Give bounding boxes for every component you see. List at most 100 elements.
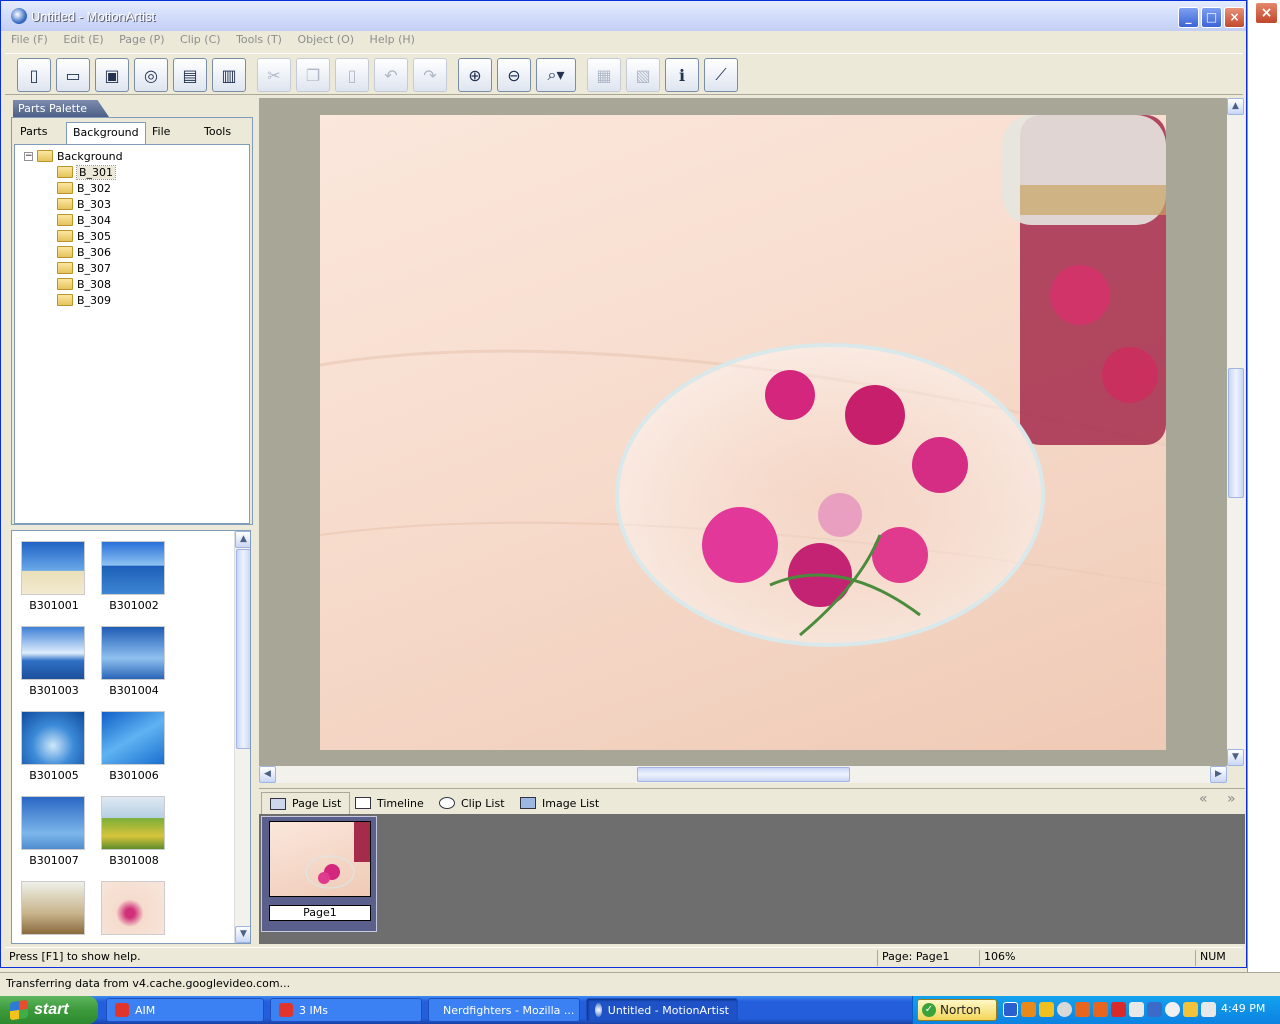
tree-item-b307[interactable]: B_307: [57, 260, 111, 276]
menu-edit[interactable]: Edit (E): [57, 31, 109, 48]
copy-icon[interactable]: ❐: [296, 58, 330, 92]
motionartist-window: Untitled - MotionArtist _ □ × File (F) E…: [0, 0, 1247, 968]
background-photo[interactable]: [320, 115, 1166, 750]
collapse-icon[interactable]: −: [24, 152, 33, 161]
thumbnail-item[interactable]: [101, 881, 167, 935]
tree-item-b304[interactable]: B_304: [57, 212, 111, 228]
task-aim[interactable]: AIM: [106, 998, 264, 1022]
zoom-out-icon[interactable]: ⊖: [497, 58, 531, 92]
aim-icon: [115, 1003, 129, 1017]
tree-item-b303[interactable]: B_303: [57, 196, 111, 212]
menu-tools[interactable]: Tools (T): [230, 31, 288, 48]
scroll-up-icon[interactable]: ▲: [235, 531, 250, 548]
scroll-down-icon[interactable]: ▼: [1227, 749, 1244, 766]
cut-icon[interactable]: ✂: [257, 58, 291, 92]
minimize-button[interactable]: _: [1178, 7, 1199, 28]
tray-app-icon[interactable]: [1093, 1002, 1108, 1017]
thumbnail-scrollbar[interactable]: ▲ ▼: [234, 531, 250, 943]
tree-item-b302[interactable]: B_302: [57, 180, 111, 196]
tray-app-icon[interactable]: [1165, 1002, 1180, 1017]
new-file-icon[interactable]: ▯: [17, 58, 51, 92]
close-button[interactable]: ×: [1224, 7, 1245, 28]
tab-page-list[interactable]: Page List: [261, 792, 351, 814]
scroll-right-double-icon[interactable]: »: [1227, 791, 1236, 807]
undo-icon[interactable]: ↶: [374, 58, 408, 92]
canvas-vertical-scrollbar[interactable]: ▲ ▼: [1227, 98, 1245, 766]
tree-item-b301[interactable]: B_301: [57, 164, 117, 180]
tray-app-icon[interactable]: [1075, 1002, 1090, 1017]
thumbnail-item[interactable]: [21, 881, 87, 935]
tray-app-icon[interactable]: [1039, 1002, 1054, 1017]
scroll-left-double-icon[interactable]: «: [1199, 791, 1208, 807]
back-arrow-icon[interactable]: [1003, 1002, 1018, 1017]
security-shield-icon[interactable]: [1183, 1002, 1198, 1017]
open-folder-icon[interactable]: ▭: [56, 58, 90, 92]
close-icon[interactable]: ×: [1255, 2, 1278, 24]
save-icon[interactable]: ▣: [95, 58, 129, 92]
canvas-horizontal-scrollbar[interactable]: ◀ ▶: [259, 766, 1227, 783]
thumbnail-item[interactable]: B301001: [21, 541, 87, 612]
scroll-thumb[interactable]: [637, 767, 850, 782]
task-ims[interactable]: 3 IMs: [270, 998, 422, 1022]
thumbnail-item[interactable]: B301007: [21, 796, 87, 867]
display-icon[interactable]: [1201, 1002, 1216, 1017]
redo-icon[interactable]: ↷: [413, 58, 447, 92]
maximize-button[interactable]: □: [1201, 7, 1222, 28]
thumbnail-image: [101, 881, 165, 935]
thumbnail-item[interactable]: B301008: [101, 796, 167, 867]
tab-image-list[interactable]: Image List: [512, 792, 607, 814]
tree-root-background[interactable]: Background: [37, 148, 123, 164]
scroll-down-icon[interactable]: ▼: [235, 926, 250, 943]
background-tree: − Background B_301 B_302 B_303 B_304 B_3…: [14, 144, 250, 524]
zoom-in-icon[interactable]: ⊕: [458, 58, 492, 92]
norton-button[interactable]: ✓ Norton: [917, 999, 997, 1021]
thumbnail-item[interactable]: B301006: [101, 711, 167, 782]
tree-item-b306[interactable]: B_306: [57, 244, 111, 260]
scroll-thumb[interactable]: [1228, 368, 1244, 498]
thumbnail-item[interactable]: B301002: [101, 541, 167, 612]
task-motionartist[interactable]: Untitled - MotionArtist: [586, 998, 738, 1022]
tab-parts[interactable]: Parts: [14, 122, 53, 144]
scroll-left-icon[interactable]: ◀: [259, 766, 276, 783]
thumbnail-item[interactable]: B301005: [21, 711, 87, 782]
info-icon[interactable]: ℹ: [665, 58, 699, 92]
canvas-area[interactable]: [259, 98, 1245, 766]
menu-clip[interactable]: Clip (C): [174, 31, 227, 48]
start-button[interactable]: start: [0, 996, 98, 1024]
scroll-thumb[interactable]: [236, 549, 250, 749]
task-firefox[interactable]: Nerdfighters - Mozilla ...: [428, 998, 580, 1022]
thumbnail-label: B301004: [109, 684, 159, 697]
menu-file[interactable]: File (F): [5, 31, 54, 48]
movie-settings-icon[interactable]: ▥: [212, 58, 246, 92]
movie-export-icon[interactable]: ▤: [173, 58, 207, 92]
title-bar[interactable]: Untitled - MotionArtist _ □ ×: [1, 1, 1246, 31]
tree-item-b305[interactable]: B_305: [57, 228, 111, 244]
tab-timeline[interactable]: Timeline: [347, 792, 432, 814]
page-thumbnail[interactable]: Page1: [261, 816, 377, 932]
tree-item-b309[interactable]: B_309: [57, 292, 111, 308]
menu-page[interactable]: Page (P): [113, 31, 170, 48]
zoom-menu-icon[interactable]: ⌕▾: [536, 58, 576, 92]
tree-item-b308[interactable]: B_308: [57, 276, 111, 292]
paste-icon[interactable]: ▯: [335, 58, 369, 92]
network-icon[interactable]: [1129, 1002, 1144, 1017]
tray-app-icon[interactable]: [1057, 1002, 1072, 1017]
tab-clip-list[interactable]: Clip List: [431, 792, 513, 814]
tab-background[interactable]: Background: [66, 122, 146, 144]
tray-app-icon[interactable]: [1147, 1002, 1162, 1017]
scroll-up-icon[interactable]: ▲: [1227, 98, 1244, 115]
thumbnail-item[interactable]: B301004: [101, 626, 167, 697]
tab-file[interactable]: File: [146, 122, 176, 144]
scroll-right-icon[interactable]: ▶: [1210, 766, 1227, 783]
aim-tray-icon[interactable]: [1111, 1002, 1126, 1017]
image-edit-icon[interactable]: ⟋: [704, 58, 738, 92]
thumbnail-item[interactable]: B301003: [21, 626, 87, 697]
swf-export-icon[interactable]: ◎: [134, 58, 168, 92]
layout-icon[interactable]: ▧: [626, 58, 660, 92]
presentation-icon[interactable]: ▦: [587, 58, 621, 92]
menu-help[interactable]: Help (H): [364, 31, 421, 48]
tab-tools[interactable]: Tools: [198, 122, 237, 144]
menu-object[interactable]: Object (O): [291, 31, 360, 48]
tree-item-label: B_304: [77, 213, 112, 227]
tray-app-icon[interactable]: [1021, 1002, 1036, 1017]
